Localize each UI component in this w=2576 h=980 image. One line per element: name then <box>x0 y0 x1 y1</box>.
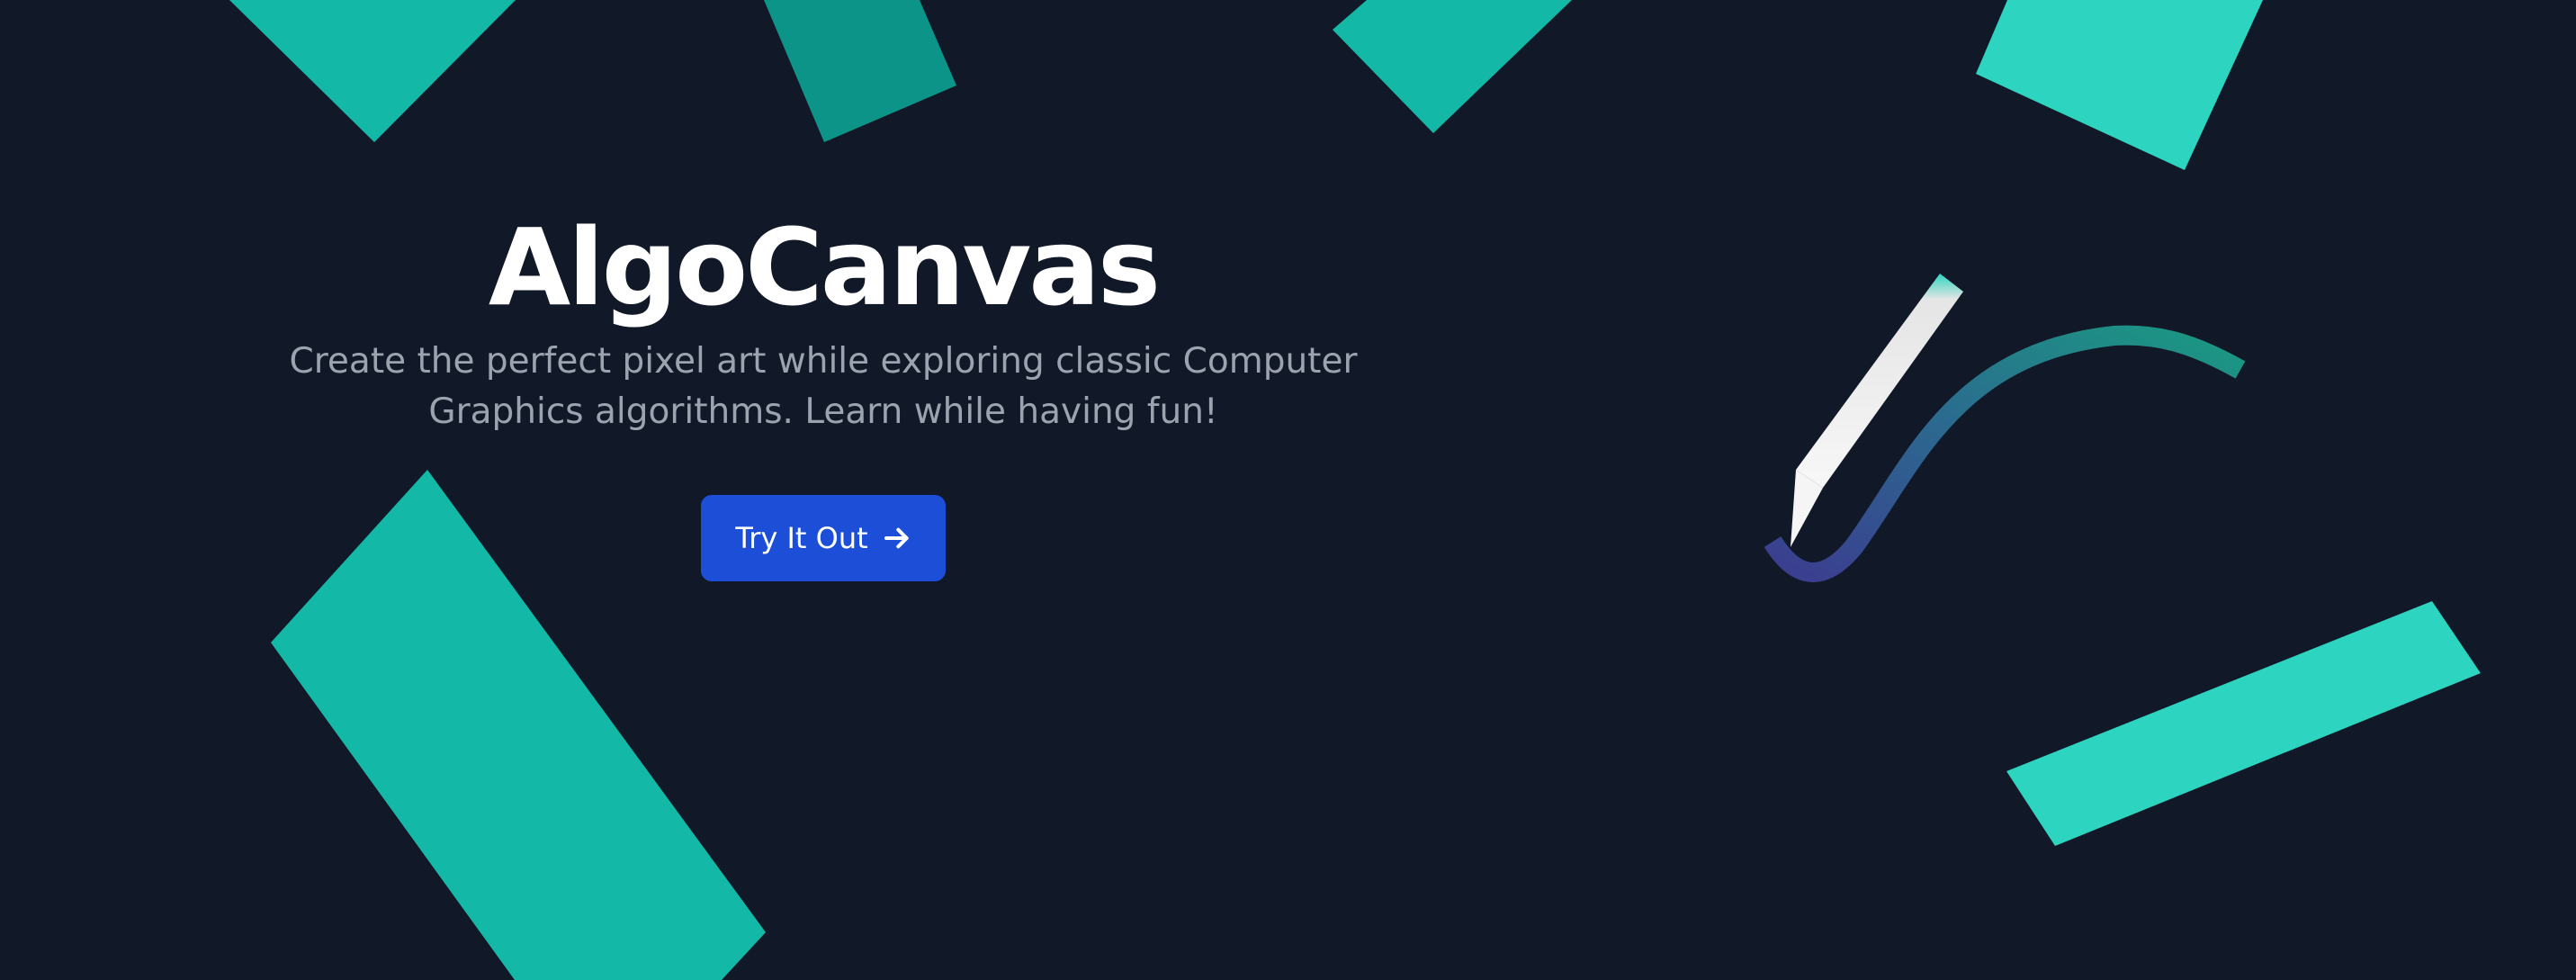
pencil-body <box>1796 274 1963 488</box>
try-it-out-label: Try It Out <box>735 520 868 555</box>
hero-subtitle: Create the perfect pixel art while explo… <box>289 340 1358 432</box>
try-it-out-button[interactable]: Try It Out <box>701 494 946 581</box>
decor-shape <box>229 0 516 142</box>
app-title: AlgoCanvas <box>488 205 1161 329</box>
decor-shape <box>2006 601 2481 846</box>
landing-page: AlgoCanvas Create the perfect pixel art … <box>0 0 2576 980</box>
hero-section: AlgoCanvas Create the perfect pixel art … <box>189 205 1458 581</box>
arrow-right-icon <box>884 527 909 549</box>
decor-shape <box>1976 0 2263 170</box>
decor-shape <box>1333 0 1572 133</box>
decor-shape <box>764 0 956 142</box>
pencil-drawing-icon <box>1764 274 2246 582</box>
